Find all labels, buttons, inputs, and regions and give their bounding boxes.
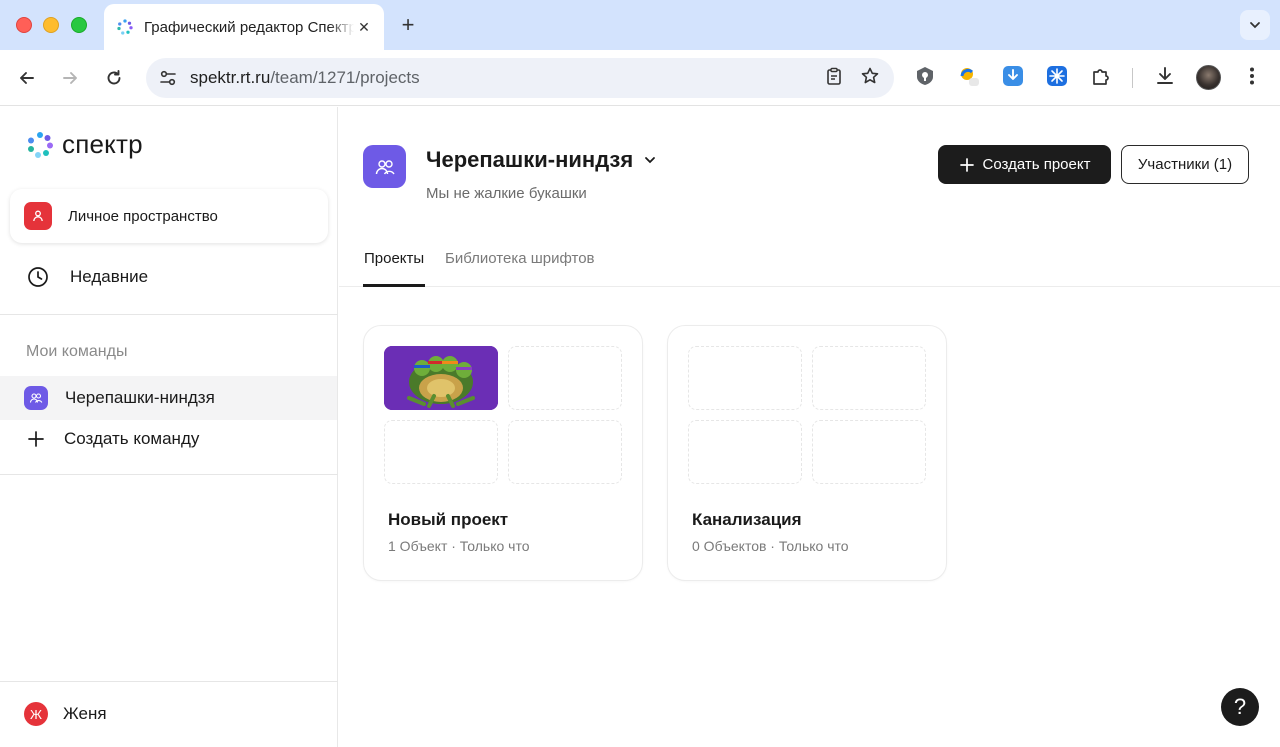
spektr-favicon-icon [117, 19, 133, 35]
site-info-button[interactable] [150, 60, 186, 96]
project-thumbnail-empty [688, 346, 802, 410]
create-team-label: Создать команду [64, 429, 200, 448]
clock-icon [28, 267, 48, 287]
reload-icon [107, 70, 121, 85]
extension-shield-icon[interactable] [913, 64, 937, 88]
project-thumbnail-empty [508, 420, 622, 484]
back-button[interactable] [11, 62, 43, 94]
create-team-button[interactable]: Создать команду [26, 429, 199, 449]
tab-search-button[interactable] [1240, 10, 1270, 40]
browser-tab-title: Графический редактор Спектр [144, 18, 354, 36]
team-name: Черепашки-ниндзя [426, 147, 634, 172]
clipboard-icon[interactable] [824, 66, 844, 86]
browser-toolbar: spektr.rt.ru/team/1271/projects [0, 50, 1280, 106]
plus-icon [959, 157, 974, 172]
tab-projects[interactable]: Проекты [363, 250, 426, 287]
arrow-left-icon [20, 72, 34, 84]
logo-text: спектр [62, 129, 143, 159]
team-description: Мы не жалкие букашки [426, 185, 587, 202]
team-avatar [363, 145, 406, 188]
browser-tabbar: Графический редактор Спектр ✕ + [0, 0, 1280, 50]
user-icon [33, 210, 43, 222]
project-thumbnail-empty [688, 420, 802, 484]
help-button[interactable]: ? [1221, 688, 1259, 726]
url-text[interactable]: spektr.rt.ru/team/1271/projects [190, 68, 420, 88]
project-thumbnail-empty [812, 346, 926, 410]
extensions-puzzle-icon[interactable] [1089, 64, 1113, 88]
members-button[interactable]: Участники (1) [1121, 145, 1249, 184]
url-host: spektr.rt.ru [190, 68, 271, 87]
team-title[interactable]: Черепашки-ниндзя [426, 147, 657, 173]
tab-font-library[interactable]: Библиотека шрифтов [445, 250, 595, 287]
project-thumbnail-empty [812, 420, 926, 484]
project-meta: 1 Объект · Только что [388, 538, 530, 554]
sidebar-item-label: Недавние [70, 267, 149, 286]
new-tab-button[interactable]: + [396, 12, 420, 37]
reload-button[interactable] [98, 62, 130, 94]
extension-weather-icon[interactable] [957, 64, 981, 88]
spektr-app: спектр Личное пространство Недавние Мои … [0, 107, 1280, 747]
project-card[interactable]: Канализация 0 Объектов · Только что [667, 325, 947, 581]
tab-close-icon[interactable]: ✕ [354, 17, 374, 37]
project-thumbnail-empty [384, 420, 498, 484]
create-project-label: Создать проект [982, 156, 1091, 173]
sidebar-item-recent[interactable]: Недавние [26, 265, 148, 289]
arrow-right-icon [63, 72, 77, 84]
personal-space-label: Личное пространство [68, 207, 218, 225]
team-badge [24, 386, 48, 410]
chevron-down-icon [1250, 22, 1260, 29]
forward-button[interactable] [54, 62, 86, 94]
bookmark-star-icon[interactable] [860, 66, 880, 86]
personal-space-button[interactable]: Личное пространство [10, 189, 328, 243]
user-profile-button[interactable]: Ж Женя [24, 702, 107, 726]
window-minimize-button[interactable] [43, 17, 59, 33]
spektr-logo[interactable]: спектр [26, 129, 143, 160]
users-icon [375, 159, 395, 174]
turtles-image [384, 346, 498, 410]
window-close-button[interactable] [16, 17, 32, 33]
browser-profile-avatar[interactable] [1196, 65, 1221, 90]
teams-section-header: Мои команды [26, 343, 128, 360]
project-title: Новый проект [388, 510, 509, 529]
project-thumbnails [688, 346, 928, 484]
sidebar-divider [0, 474, 338, 475]
extension-snowflake-icon[interactable] [1045, 64, 1069, 88]
project-tabs: Проекты Библиотека шрифтов [339, 247, 1280, 287]
user-name: Женя [63, 704, 107, 723]
project-thumbnail-image[interactable] [384, 346, 498, 410]
sidebar-item-label: Черепашки-ниндзя [65, 388, 215, 407]
create-project-button[interactable]: Создать проект [938, 145, 1111, 184]
project-card[interactable]: Новый проект 1 Объект · Только что [363, 325, 643, 581]
personal-space-badge [24, 202, 52, 230]
address-bar[interactable]: spektr.rt.ru/team/1271/projects [146, 58, 894, 98]
project-meta: 0 Объектов · Только что [692, 538, 849, 554]
plus-icon [28, 431, 44, 447]
users-icon [29, 393, 43, 403]
url-path: /team/1271/projects [270, 68, 420, 87]
downloads-icon[interactable] [1153, 64, 1177, 88]
spektr-logo-icon [28, 131, 53, 158]
sidebar-divider [0, 681, 338, 682]
window-zoom-button[interactable] [71, 17, 87, 33]
extension-download-blue-icon[interactable] [1001, 64, 1025, 88]
toolbar-divider [1132, 68, 1133, 88]
user-avatar: Ж [24, 702, 48, 726]
browser-tab-active[interactable]: Графический редактор Спектр ✕ [104, 4, 384, 50]
sidebar: спектр Личное пространство Недавние Мои … [0, 107, 338, 747]
project-thumbnails [384, 346, 624, 484]
browser-menu-icon[interactable] [1240, 64, 1264, 88]
project-thumbnail-empty [508, 346, 622, 410]
sidebar-divider [0, 314, 338, 315]
tune-icon [160, 70, 176, 86]
project-title: Канализация [692, 510, 802, 529]
sidebar-item-team[interactable]: Черепашки-ниндзя [0, 376, 337, 420]
chevron-down-icon[interactable] [643, 153, 657, 167]
main-content: Черепашки-ниндзя Мы не жалкие букашки Со… [339, 107, 1280, 747]
